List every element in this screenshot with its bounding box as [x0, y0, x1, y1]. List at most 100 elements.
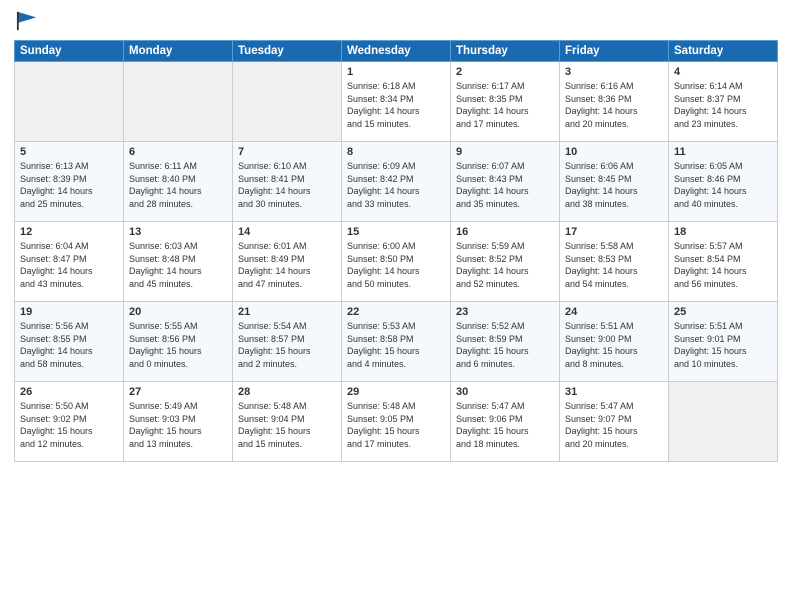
day-info: Sunrise: 6:17 AMSunset: 8:35 PMDaylight:…: [456, 80, 554, 130]
day-number: 15: [347, 226, 445, 238]
day-info: Sunrise: 5:58 AMSunset: 8:53 PMDaylight:…: [565, 240, 663, 290]
day-number: 14: [238, 226, 336, 238]
day-number: 19: [20, 306, 118, 318]
day-number: 5: [20, 146, 118, 158]
calendar-table: SundayMondayTuesdayWednesdayThursdayFrid…: [14, 40, 778, 462]
logo-flag-icon: [16, 10, 38, 32]
day-number: 21: [238, 306, 336, 318]
day-info: Sunrise: 5:47 AMSunset: 9:06 PMDaylight:…: [456, 400, 554, 450]
calendar-day-5: 5 Sunrise: 6:13 AMSunset: 8:39 PMDaylight…: [15, 142, 124, 222]
day-info: Sunrise: 6:00 AMSunset: 8:50 PMDaylight:…: [347, 240, 445, 290]
day-number: 2: [456, 66, 554, 78]
col-header-wednesday: Wednesday: [342, 41, 451, 62]
calendar-day-28: 28 Sunrise: 5:48 AMSunset: 9:04 PMDayligh…: [233, 382, 342, 462]
calendar-week-row: 12 Sunrise: 6:04 AMSunset: 8:47 PMDayligh…: [15, 222, 778, 302]
calendar-day-26: 26Sunrise: 5:50 AMSunset: 9:02 PMDayligh…: [15, 382, 124, 462]
day-info: Sunrise: 5:49 AMSunset: 9:03 PMDaylight:…: [129, 400, 227, 450]
day-info: Sunrise: 5:48 AMSunset: 9:05 PMDaylight:…: [347, 400, 445, 450]
col-header-thursday: Thursday: [451, 41, 560, 62]
calendar-day-10: 10 Sunrise: 6:06 AMSunset: 8:45 PMDayligh…: [560, 142, 669, 222]
calendar-day-30: 30 Sunrise: 5:47 AMSunset: 9:06 PMDayligh…: [451, 382, 560, 462]
day-number: 26: [20, 386, 118, 398]
calendar-day-23: 23 Sunrise: 5:52 AMSunset: 8:59 PMDayligh…: [451, 302, 560, 382]
day-info: Sunrise: 6:04 AMSunset: 8:47 PMDaylight:…: [20, 240, 118, 290]
day-number: 28: [238, 386, 336, 398]
day-info: Sunrise: 5:59 AMSunset: 8:52 PMDaylight:…: [456, 240, 554, 290]
calendar-day-20: 20Sunrise: 5:55 AMSunset: 8:56 PMDayligh…: [124, 302, 233, 382]
day-number: 6: [129, 146, 227, 158]
calendar-day-2: 2 Sunrise: 6:17 AMSunset: 8:35 PMDaylight…: [451, 62, 560, 142]
day-info: Sunrise: 5:51 AMSunset: 9:00 PMDaylight:…: [565, 320, 663, 370]
day-number: 13: [129, 226, 227, 238]
calendar-day-19: 19 Sunrise: 5:56 AMSunset: 8:55 PMDayligh…: [15, 302, 124, 382]
day-info: Sunrise: 6:11 AMSunset: 8:40 PMDaylight:…: [129, 160, 227, 210]
calendar-week-row: 1 Sunrise: 6:18 AMSunset: 8:34 PMDaylight…: [15, 62, 778, 142]
calendar-day-15: 15 Sunrise: 6:00 AMSunset: 8:50 PMDayligh…: [342, 222, 451, 302]
day-info: Sunrise: 5:53 AMSunset: 8:58 PMDaylight:…: [347, 320, 445, 370]
day-info: Sunrise: 6:03 AMSunset: 8:48 PMDaylight:…: [129, 240, 227, 290]
calendar-day-12: 12 Sunrise: 6:04 AMSunset: 8:47 PMDayligh…: [15, 222, 124, 302]
day-info: Sunrise: 6:18 AMSunset: 8:34 PMDaylight:…: [347, 80, 445, 130]
day-number: 7: [238, 146, 336, 158]
calendar-day-14: 14 Sunrise: 6:01 AMSunset: 8:49 PMDayligh…: [233, 222, 342, 302]
day-number: 24: [565, 306, 663, 318]
calendar-empty-cell: [233, 62, 342, 142]
day-info: Sunrise: 6:05 AMSunset: 8:46 PMDaylight:…: [674, 160, 772, 210]
col-header-tuesday: Tuesday: [233, 41, 342, 62]
day-info: Sunrise: 6:06 AMSunset: 8:45 PMDaylight:…: [565, 160, 663, 210]
day-number: 18: [674, 226, 772, 238]
calendar-day-21: 21 Sunrise: 5:54 AMSunset: 8:57 PMDayligh…: [233, 302, 342, 382]
day-info: Sunrise: 6:13 AMSunset: 8:39 PMDaylight:…: [20, 160, 118, 210]
day-info: Sunrise: 5:47 AMSunset: 9:07 PMDaylight:…: [565, 400, 663, 450]
col-header-friday: Friday: [560, 41, 669, 62]
calendar-day-16: 16 Sunrise: 5:59 AMSunset: 8:52 PMDayligh…: [451, 222, 560, 302]
day-number: 16: [456, 226, 554, 238]
calendar-header-row: SundayMondayTuesdayWednesdayThursdayFrid…: [15, 41, 778, 62]
calendar-day-24: 24 Sunrise: 5:51 AMSunset: 9:00 PMDayligh…: [560, 302, 669, 382]
day-info: Sunrise: 6:07 AMSunset: 8:43 PMDaylight:…: [456, 160, 554, 210]
day-info: Sunrise: 5:52 AMSunset: 8:59 PMDaylight:…: [456, 320, 554, 370]
calendar-day-29: 29Sunrise: 5:48 AMSunset: 9:05 PMDayligh…: [342, 382, 451, 462]
calendar-day-9: 9 Sunrise: 6:07 AMSunset: 8:43 PMDaylight…: [451, 142, 560, 222]
calendar-day-11: 11 Sunrise: 6:05 AMSunset: 8:46 PMDayligh…: [669, 142, 778, 222]
day-info: Sunrise: 6:01 AMSunset: 8:49 PMDaylight:…: [238, 240, 336, 290]
day-info: Sunrise: 5:54 AMSunset: 8:57 PMDaylight:…: [238, 320, 336, 370]
day-number: 22: [347, 306, 445, 318]
calendar-day-17: 17Sunrise: 5:58 AMSunset: 8:53 PMDayligh…: [560, 222, 669, 302]
day-number: 12: [20, 226, 118, 238]
day-number: 30: [456, 386, 554, 398]
day-number: 31: [565, 386, 663, 398]
calendar-week-row: 19 Sunrise: 5:56 AMSunset: 8:55 PMDayligh…: [15, 302, 778, 382]
day-info: Sunrise: 6:16 AMSunset: 8:36 PMDaylight:…: [565, 80, 663, 130]
calendar-week-row: 26Sunrise: 5:50 AMSunset: 9:02 PMDayligh…: [15, 382, 778, 462]
day-number: 9: [456, 146, 554, 158]
day-number: 4: [674, 66, 772, 78]
day-info: Sunrise: 6:10 AMSunset: 8:41 PMDaylight:…: [238, 160, 336, 210]
day-number: 10: [565, 146, 663, 158]
day-number: 3: [565, 66, 663, 78]
day-info: Sunrise: 6:09 AMSunset: 8:42 PMDaylight:…: [347, 160, 445, 210]
calendar-week-row: 5 Sunrise: 6:13 AMSunset: 8:39 PMDaylight…: [15, 142, 778, 222]
calendar-day-13: 13 Sunrise: 6:03 AMSunset: 8:48 PMDayligh…: [124, 222, 233, 302]
header: [14, 10, 778, 32]
day-info: Sunrise: 5:56 AMSunset: 8:55 PMDaylight:…: [20, 320, 118, 370]
calendar-day-4: 4 Sunrise: 6:14 AMSunset: 8:37 PMDaylight…: [669, 62, 778, 142]
day-info: Sunrise: 5:48 AMSunset: 9:04 PMDaylight:…: [238, 400, 336, 450]
logo: [14, 10, 38, 32]
day-info: Sunrise: 6:14 AMSunset: 8:37 PMDaylight:…: [674, 80, 772, 130]
day-number: 27: [129, 386, 227, 398]
page: SundayMondayTuesdayWednesdayThursdayFrid…: [0, 0, 792, 612]
day-number: 1: [347, 66, 445, 78]
day-number: 11: [674, 146, 772, 158]
day-number: 8: [347, 146, 445, 158]
calendar-day-8: 8 Sunrise: 6:09 AMSunset: 8:42 PMDaylight…: [342, 142, 451, 222]
col-header-saturday: Saturday: [669, 41, 778, 62]
day-info: Sunrise: 5:57 AMSunset: 8:54 PMDaylight:…: [674, 240, 772, 290]
day-info: Sunrise: 5:51 AMSunset: 9:01 PMDaylight:…: [674, 320, 772, 370]
calendar-day-25: 25Sunrise: 5:51 AMSunset: 9:01 PMDayligh…: [669, 302, 778, 382]
col-header-sunday: Sunday: [15, 41, 124, 62]
calendar-empty-cell: [669, 382, 778, 462]
calendar-day-27: 27 Sunrise: 5:49 AMSunset: 9:03 PMDayligh…: [124, 382, 233, 462]
calendar-day-31: 31 Sunrise: 5:47 AMSunset: 9:07 PMDayligh…: [560, 382, 669, 462]
day-number: 23: [456, 306, 554, 318]
